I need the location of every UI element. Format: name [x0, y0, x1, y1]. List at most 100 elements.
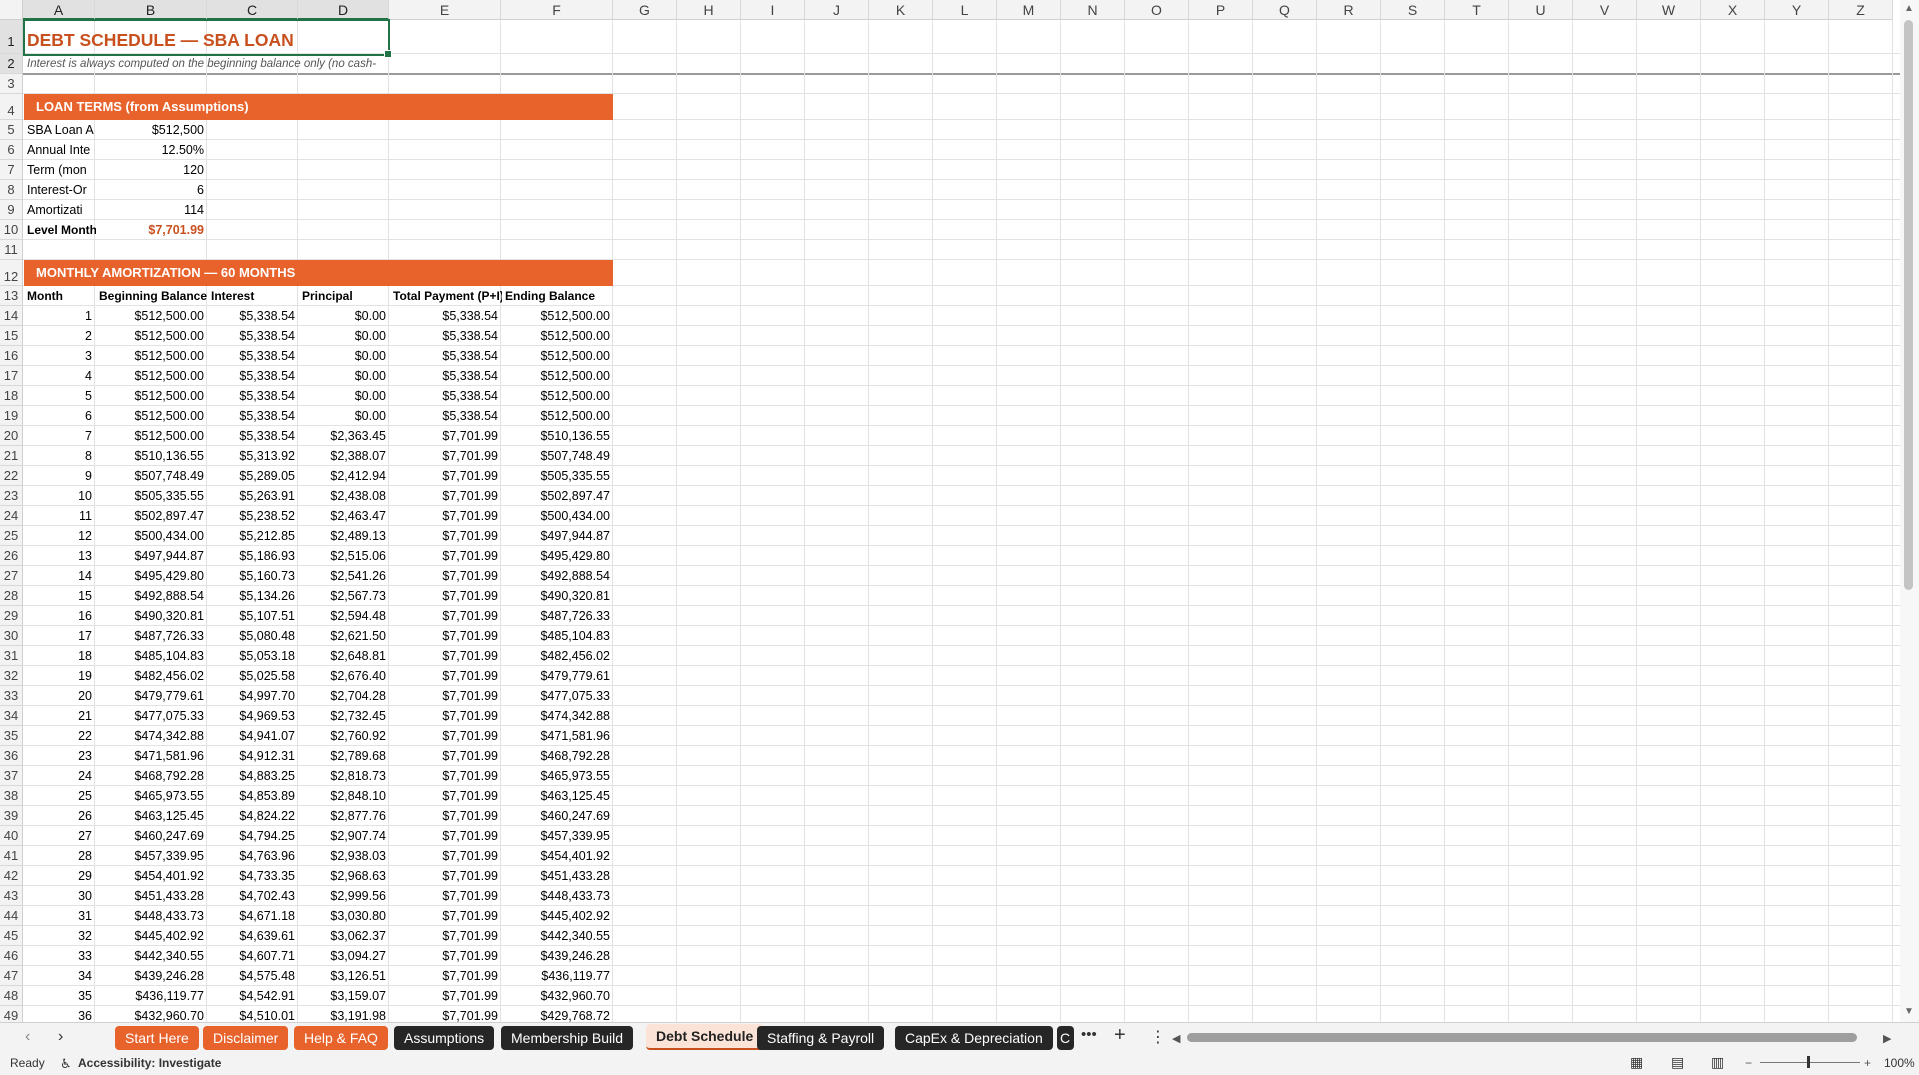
- amortization-cell[interactable]: $4,607.71: [207, 946, 298, 966]
- amortization-band[interactable]: MONTHLY AMORTIZATION — 60 MONTHS: [24, 260, 613, 286]
- amortization-cell[interactable]: $4,542.91: [207, 986, 298, 1006]
- amortization-cell[interactable]: $2,789.68: [298, 746, 389, 766]
- column-header-a[interactable]: A: [23, 0, 95, 20]
- amortization-cell[interactable]: 27: [23, 826, 95, 846]
- amortization-cell[interactable]: $492,888.54: [95, 586, 207, 606]
- row-header-45[interactable]: 45: [0, 926, 23, 946]
- amortization-cell[interactable]: $474,342.88: [501, 706, 613, 726]
- loan-term-label[interactable]: Term (mon: [24, 160, 96, 180]
- amortization-cell[interactable]: $490,320.81: [501, 586, 613, 606]
- amortization-cell[interactable]: $463,125.45: [501, 786, 613, 806]
- amortization-cell[interactable]: $3,030.80: [298, 906, 389, 926]
- row-header-6[interactable]: 6: [0, 140, 23, 160]
- column-header-p[interactable]: P: [1189, 0, 1253, 20]
- column-header-s[interactable]: S: [1381, 0, 1445, 20]
- amortization-cell[interactable]: $512,500.00: [95, 346, 207, 366]
- amortization-cell[interactable]: $500,434.00: [501, 506, 613, 526]
- amortization-cell[interactable]: $500,434.00: [95, 526, 207, 546]
- amortization-column-header[interactable]: Interest: [208, 286, 299, 306]
- amortization-cell[interactable]: $451,433.28: [95, 886, 207, 906]
- amortization-cell[interactable]: $2,968.63: [298, 866, 389, 886]
- loan-term-label[interactable]: Interest-Or: [24, 180, 96, 200]
- amortization-cell[interactable]: 17: [23, 626, 95, 646]
- amortization-cell[interactable]: $0.00: [298, 406, 389, 426]
- amortization-cell[interactable]: $502,897.47: [95, 506, 207, 526]
- amortization-cell[interactable]: $451,433.28: [501, 866, 613, 886]
- loan-term-value[interactable]: 114: [95, 200, 207, 220]
- amortization-cell[interactable]: $2,388.07: [298, 446, 389, 466]
- amortization-cell[interactable]: $7,701.99: [389, 626, 501, 646]
- amortization-cell[interactable]: 21: [23, 706, 95, 726]
- amortization-cell[interactable]: $5,212.85: [207, 526, 298, 546]
- amortization-cell[interactable]: $512,500.00: [95, 426, 207, 446]
- amortization-cell[interactable]: $5,338.54: [207, 306, 298, 326]
- scroll-left-icon[interactable]: ◀: [1172, 1032, 1180, 1045]
- amortization-cell[interactable]: $439,246.28: [501, 946, 613, 966]
- amortization-cell[interactable]: $7,701.99: [389, 446, 501, 466]
- amortization-cell[interactable]: $454,401.92: [501, 846, 613, 866]
- amortization-cell[interactable]: $5,338.54: [389, 386, 501, 406]
- select-all-corner[interactable]: [0, 0, 23, 20]
- column-header-k[interactable]: K: [869, 0, 933, 20]
- row-header-34[interactable]: 34: [0, 706, 23, 726]
- amortization-cell[interactable]: $448,433.73: [95, 906, 207, 926]
- amortization-cell[interactable]: $5,338.54: [207, 406, 298, 426]
- amortization-cell[interactable]: $7,701.99: [389, 926, 501, 946]
- amortization-cell[interactable]: $5,238.52: [207, 506, 298, 526]
- amortization-cell[interactable]: $7,701.99: [389, 586, 501, 606]
- amortization-cell[interactable]: $442,340.55: [95, 946, 207, 966]
- zoom-slider[interactable]: [1760, 1062, 1860, 1063]
- amortization-cell[interactable]: $512,500.00: [95, 386, 207, 406]
- horizontal-scrollbar[interactable]: [1185, 1029, 1885, 1047]
- amortization-cell[interactable]: $7,701.99: [389, 646, 501, 666]
- amortization-cell[interactable]: 16: [23, 606, 95, 626]
- row-header-33[interactable]: 33: [0, 686, 23, 706]
- amortization-cell[interactable]: $512,500.00: [501, 346, 613, 366]
- amortization-cell[interactable]: $7,701.99: [389, 426, 501, 446]
- amortization-cell[interactable]: $5,338.54: [207, 346, 298, 366]
- row-header-3[interactable]: 3: [0, 74, 23, 94]
- amortization-cell[interactable]: $465,973.55: [95, 786, 207, 806]
- amortization-cell[interactable]: $2,938.03: [298, 846, 389, 866]
- column-header-r[interactable]: R: [1317, 0, 1381, 20]
- amortization-cell[interactable]: $510,136.55: [501, 426, 613, 446]
- amortization-cell[interactable]: $0.00: [298, 386, 389, 406]
- amortization-cell[interactable]: $2,760.92: [298, 726, 389, 746]
- amortization-cell[interactable]: $4,941.07: [207, 726, 298, 746]
- amortization-cell[interactable]: $2,438.08: [298, 486, 389, 506]
- amortization-cell[interactable]: $485,104.83: [95, 646, 207, 666]
- amortization-cell[interactable]: $2,567.73: [298, 586, 389, 606]
- row-header-21[interactable]: 21: [0, 446, 23, 466]
- column-header-d[interactable]: D: [298, 0, 389, 20]
- amortization-cell[interactable]: $7,701.99: [389, 786, 501, 806]
- amortization-cell[interactable]: 23: [23, 746, 95, 766]
- tab-options-icon[interactable]: ⋮: [1150, 1027, 1166, 1047]
- row-header-20[interactable]: 20: [0, 426, 23, 446]
- column-header-c[interactable]: C: [207, 0, 298, 20]
- amortization-column-header[interactable]: Ending Balance: [502, 286, 614, 306]
- row-header-11[interactable]: 11: [0, 240, 23, 260]
- amortization-cell[interactable]: $2,363.45: [298, 426, 389, 446]
- amortization-cell[interactable]: $432,960.70: [501, 986, 613, 1006]
- amortization-cell[interactable]: $0.00: [298, 306, 389, 326]
- column-header-u[interactable]: U: [1509, 0, 1573, 20]
- amortization-cell[interactable]: $5,313.92: [207, 446, 298, 466]
- amortization-cell[interactable]: $4,763.96: [207, 846, 298, 866]
- sheet-tab-debt-schedule[interactable]: Debt Schedule: [646, 1024, 764, 1050]
- row-header-27[interactable]: 27: [0, 566, 23, 586]
- row-header-14[interactable]: 14: [0, 306, 23, 326]
- sheet-tab-disclaimer[interactable]: Disclaimer: [203, 1026, 289, 1050]
- column-header-v[interactable]: V: [1573, 0, 1637, 20]
- amortization-cell[interactable]: 26: [23, 806, 95, 826]
- amortization-cell[interactable]: $502,897.47: [501, 486, 613, 506]
- amortization-cell[interactable]: $432,960.70: [95, 1006, 207, 1022]
- amortization-cell[interactable]: $7,701.99: [389, 806, 501, 826]
- amortization-cell[interactable]: $505,335.55: [95, 486, 207, 506]
- amortization-cell[interactable]: $4,639.61: [207, 926, 298, 946]
- column-header-j[interactable]: J: [805, 0, 869, 20]
- amortization-cell[interactable]: $2,999.56: [298, 886, 389, 906]
- amortization-cell[interactable]: $4,883.25: [207, 766, 298, 786]
- column-header-x[interactable]: X: [1701, 0, 1765, 20]
- amortization-cell[interactable]: $463,125.45: [95, 806, 207, 826]
- amortization-cell[interactable]: $495,429.80: [501, 546, 613, 566]
